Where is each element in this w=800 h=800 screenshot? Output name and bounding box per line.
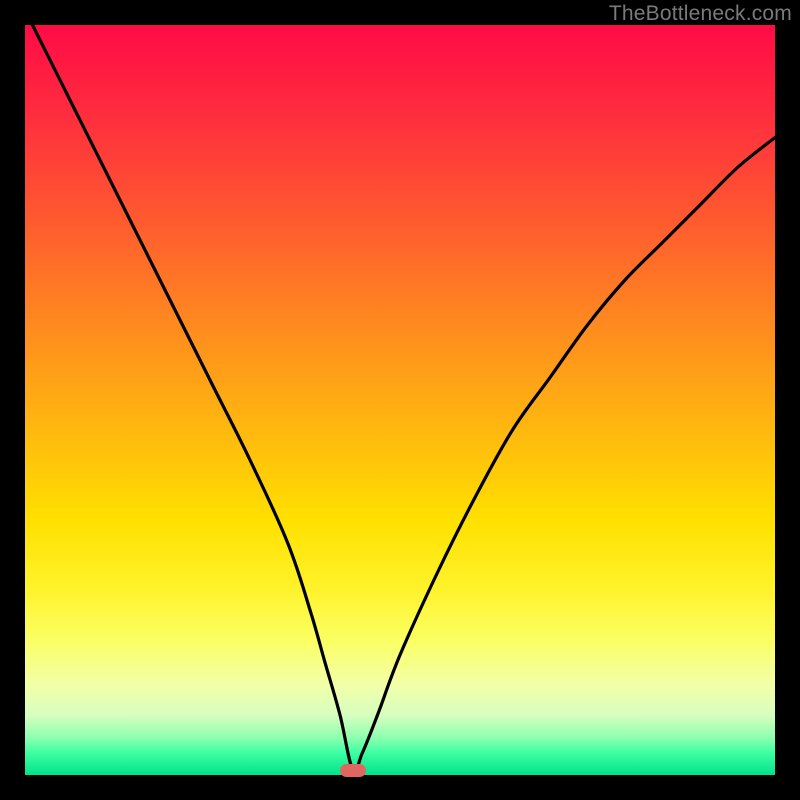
bottleneck-curve (25, 25, 775, 775)
optimum-marker (340, 764, 366, 777)
plot-area (25, 25, 775, 775)
chart-frame: TheBottleneck.com (0, 0, 800, 800)
curve-path (33, 25, 776, 772)
watermark-text: TheBottleneck.com (609, 2, 792, 26)
